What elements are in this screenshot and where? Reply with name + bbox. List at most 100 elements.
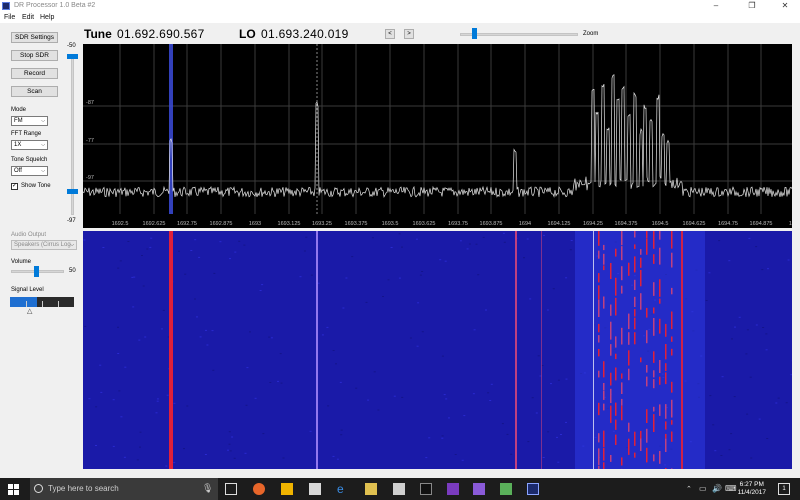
carrier-trace bbox=[681, 231, 683, 469]
burst-segment bbox=[665, 344, 667, 360]
sdr-settings-button[interactable]: SDR Settings bbox=[11, 32, 58, 43]
noise-speck bbox=[485, 309, 487, 311]
menu-file[interactable]: File bbox=[4, 14, 15, 21]
noise-speck bbox=[543, 234, 545, 236]
clock-time: 6:27 PM bbox=[739, 481, 764, 488]
noise-speck bbox=[755, 246, 758, 248]
next-button[interactable]: > bbox=[404, 29, 414, 39]
noise-speck bbox=[755, 324, 758, 326]
burst-segment bbox=[646, 231, 648, 238]
burst-segment bbox=[640, 270, 642, 287]
mode-select[interactable]: FM ⌵ bbox=[11, 116, 48, 126]
burst-segment bbox=[665, 438, 667, 452]
record-button[interactable]: Record bbox=[11, 68, 58, 79]
volume-slider-thumb[interactable] bbox=[34, 266, 39, 277]
noise-speck bbox=[95, 406, 98, 408]
microphone-icon[interactable]: 🎙 bbox=[202, 483, 213, 494]
noise-speck bbox=[441, 437, 444, 439]
noise-speck bbox=[746, 413, 749, 415]
burst-segment bbox=[634, 279, 636, 290]
signal-pointer-icon: △ bbox=[27, 308, 33, 315]
prev-button[interactable]: < bbox=[385, 29, 395, 39]
burst-segment bbox=[615, 297, 617, 316]
paint-icon[interactable] bbox=[500, 483, 512, 495]
audio-output-select[interactable]: Speakers (Cirrus Log ⌵ bbox=[11, 240, 77, 250]
stop-sdr-button[interactable]: Stop SDR bbox=[11, 50, 58, 61]
noise-speck bbox=[131, 276, 134, 278]
burst-segment bbox=[659, 298, 661, 304]
task-view-icon[interactable] bbox=[225, 483, 237, 495]
app-icon-document[interactable] bbox=[309, 483, 321, 495]
volume-icon[interactable]: 🔊 bbox=[712, 484, 722, 493]
x-tick-label: 1695 bbox=[789, 221, 792, 227]
menu-edit[interactable]: Edit bbox=[22, 14, 34, 21]
minimize-button[interactable]: – bbox=[701, 0, 731, 12]
cortana-icon bbox=[34, 484, 43, 493]
x-tick-label: 1693 bbox=[249, 221, 261, 227]
menu-help[interactable]: Help bbox=[40, 14, 54, 21]
waterfall-display[interactable] bbox=[83, 231, 792, 469]
noise-speck bbox=[560, 434, 562, 435]
chevron-up-icon[interactable]: ⌃ bbox=[686, 485, 692, 493]
burst-segment bbox=[653, 414, 655, 432]
burst-segment bbox=[634, 256, 636, 273]
edge-icon[interactable]: e bbox=[337, 483, 349, 495]
notification-icon[interactable]: 1 bbox=[778, 483, 790, 495]
noise-speck bbox=[244, 452, 247, 454]
noise-speck bbox=[162, 309, 165, 311]
fft-range-select[interactable]: 1X ⌵ bbox=[11, 140, 48, 150]
noise-speck bbox=[254, 397, 257, 399]
burst-segment bbox=[653, 351, 655, 363]
scan-button[interactable]: Scan bbox=[11, 86, 58, 97]
burst-segment bbox=[615, 367, 617, 381]
windows-start-icon[interactable] bbox=[8, 484, 19, 495]
burst-segment bbox=[653, 406, 655, 412]
burst-segment bbox=[634, 309, 636, 317]
noise-speck bbox=[303, 250, 306, 252]
noise-speck bbox=[547, 431, 550, 433]
maximize-button[interactable]: ❐ bbox=[737, 0, 767, 12]
noise-speck bbox=[712, 424, 715, 426]
dr-processor-taskbar-icon[interactable] bbox=[527, 483, 539, 495]
zoom-slider-track[interactable] bbox=[460, 33, 578, 36]
burst-segment bbox=[671, 287, 673, 295]
noise-speck bbox=[714, 450, 717, 452]
folder-icon[interactable] bbox=[365, 483, 377, 495]
burst-segment bbox=[615, 277, 617, 296]
burst-segment bbox=[671, 381, 673, 393]
spectrum-display[interactable]: 1692.5 1692.625 1692.75 1692.875 1693 1693.12… bbox=[82, 44, 800, 228]
burst-segment bbox=[598, 231, 600, 246]
level-slider-thumb-bottom[interactable] bbox=[67, 189, 78, 194]
taskbar-clock[interactable]: 6:27 PM 11/4/2017 bbox=[738, 481, 766, 497]
visual-studio-icon[interactable] bbox=[447, 483, 459, 495]
clock-date: 11/4/2017 bbox=[737, 489, 766, 496]
terminal-icon[interactable] bbox=[420, 483, 432, 495]
keyboard-icon[interactable]: ⌨ bbox=[725, 484, 737, 493]
visual-studio-2-icon[interactable] bbox=[473, 483, 485, 495]
zoom-slider-thumb[interactable] bbox=[472, 28, 478, 39]
y-tick-label: -97 bbox=[86, 175, 94, 181]
tone-squelch-select[interactable]: Off ⌵ bbox=[11, 166, 48, 176]
network-icon[interactable]: ▭ bbox=[699, 484, 707, 493]
y-tick-label: -87 bbox=[86, 100, 94, 106]
show-tone-checkbox[interactable]: ✓ bbox=[11, 183, 18, 190]
noise-speck bbox=[461, 459, 464, 461]
noise-speck bbox=[502, 232, 505, 234]
noise-speck bbox=[367, 399, 370, 401]
firefox-icon[interactable] bbox=[253, 483, 265, 495]
noise-speck bbox=[377, 409, 380, 411]
store-icon[interactable] bbox=[393, 483, 405, 495]
close-button[interactable]: ✕ bbox=[770, 0, 800, 12]
x-tick-label: 1694.5 bbox=[652, 221, 669, 227]
x-tick-label: 1693.125 bbox=[278, 221, 301, 227]
file-explorer-icon[interactable] bbox=[281, 483, 293, 495]
level-slider-thumb-top[interactable] bbox=[67, 54, 78, 59]
noise-speck bbox=[529, 298, 532, 300]
tune-frequency[interactable]: 01.692.690.567 bbox=[117, 27, 205, 41]
carrier-trace bbox=[593, 231, 594, 469]
lo-frequency[interactable]: 01.693.240.019 bbox=[261, 27, 349, 41]
noise-speck bbox=[326, 326, 329, 328]
taskbar-search-box[interactable]: Type here to search 🎙 bbox=[30, 478, 218, 500]
burst-segment bbox=[671, 431, 673, 442]
burst-segment bbox=[598, 299, 600, 317]
